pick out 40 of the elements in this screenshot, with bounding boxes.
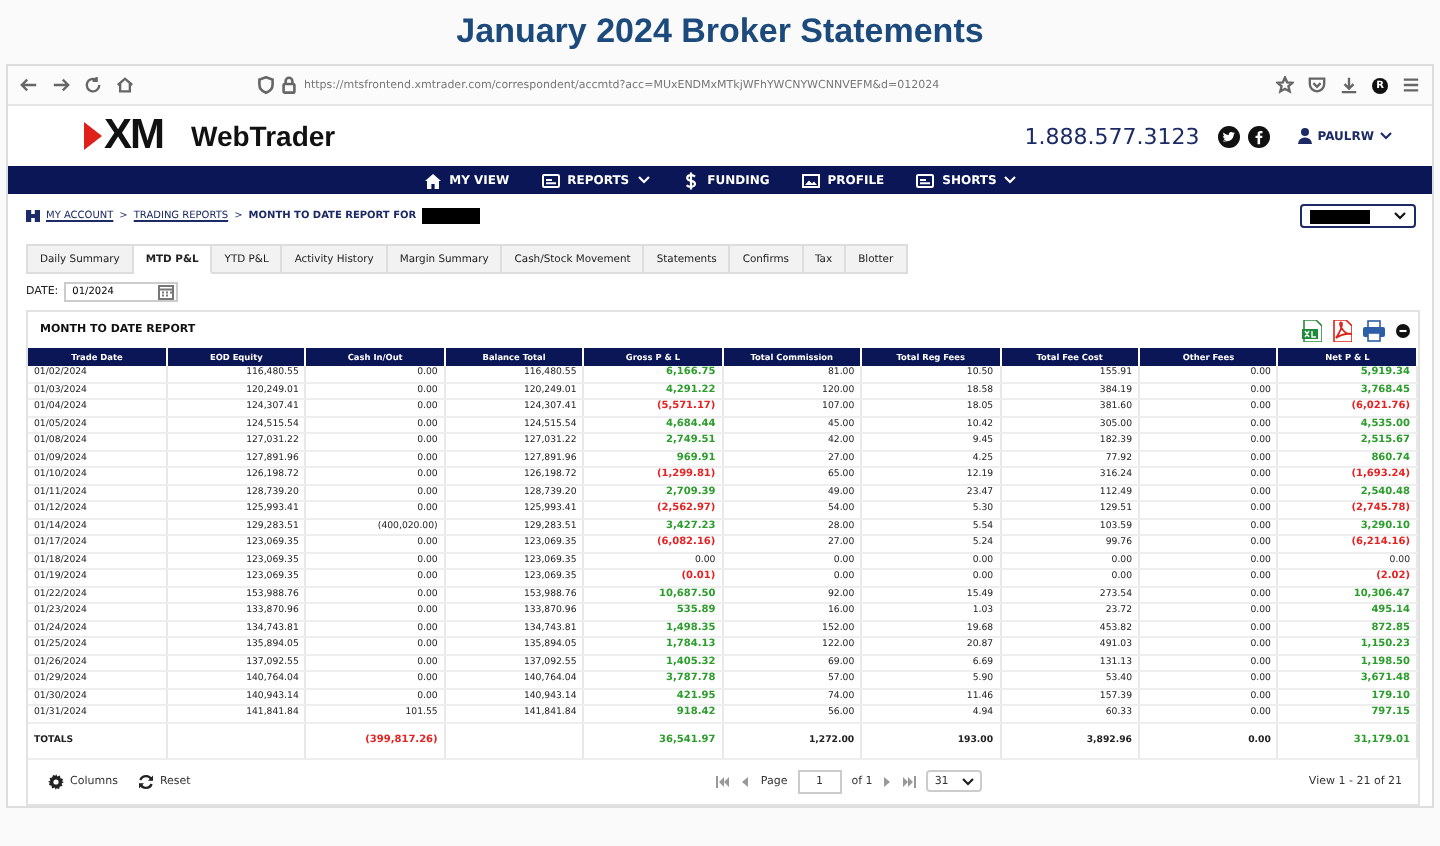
back-icon[interactable] [20, 76, 38, 94]
refresh-icon [137, 773, 154, 789]
app-name: WebTrader [191, 120, 336, 152]
caret-icon [962, 777, 975, 785]
menu-icon[interactable] [1402, 76, 1420, 94]
phone-number: 1.888.577.3123 [1024, 123, 1200, 149]
card-icon [541, 171, 560, 189]
facebook-icon[interactable] [1247, 125, 1270, 147]
dollar-icon [681, 171, 700, 189]
lock-icon [282, 76, 296, 94]
caret-icon [1380, 132, 1392, 140]
spreadsheet-icon[interactable] [1302, 319, 1322, 341]
forward-icon[interactable] [52, 76, 70, 94]
card-icon [916, 171, 935, 189]
account-dropdown[interactable] [1300, 204, 1416, 228]
last-page-icon[interactable] [902, 775, 917, 787]
previous-page-icon[interactable] [740, 775, 751, 787]
collapse-icon[interactable] [1396, 323, 1410, 337]
triangle-icon [84, 122, 102, 150]
user-icon [1297, 128, 1312, 144]
caret-icon [1394, 212, 1406, 220]
pocket-icon[interactable] [1308, 76, 1326, 94]
logo[interactable]: XM [104, 112, 163, 160]
redaction-bar [1310, 209, 1370, 223]
home-icon [423, 171, 442, 189]
page-title: January 2024 Broker Statements [456, 12, 984, 54]
home-icon[interactable] [116, 76, 134, 94]
pdf-icon[interactable] [1332, 319, 1352, 341]
star-icon[interactable] [1276, 76, 1294, 94]
calendar-icon [158, 283, 175, 299]
download-icon[interactable] [1340, 76, 1358, 94]
next-page-icon[interactable] [882, 775, 893, 787]
reload-icon[interactable] [84, 76, 102, 94]
printer-icon[interactable] [1362, 319, 1386, 341]
redaction-bar [422, 208, 481, 224]
twitter-icon[interactable] [1217, 125, 1240, 147]
image-icon [801, 171, 820, 189]
gear-icon [48, 773, 64, 789]
shield-icon [258, 76, 274, 94]
first-page-icon[interactable] [716, 775, 731, 787]
